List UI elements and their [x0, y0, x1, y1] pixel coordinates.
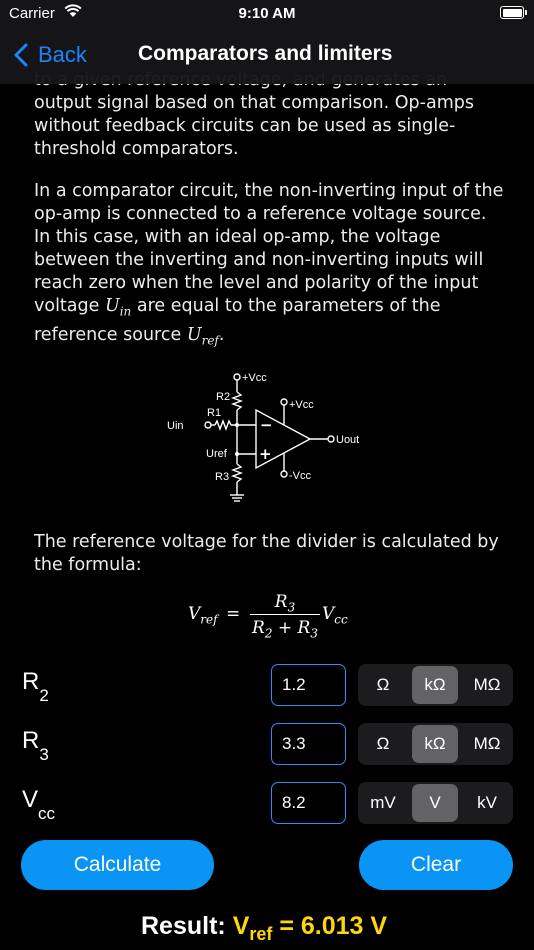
formula-numerator: R3 [274, 592, 296, 615]
input-label-vcc: Vcc [22, 786, 56, 823]
label-uref: Uref [206, 448, 228, 460]
vcc-value-field[interactable]: 8.2 [271, 782, 346, 824]
formula-equals: = [226, 604, 241, 624]
navigation-bar: Carrier 9:10 AM Back Comparators and lim… [0, 0, 534, 84]
label-r1: R1 [207, 407, 221, 419]
opamp-minus: − [260, 416, 273, 434]
back-button[interactable]: Back [14, 40, 87, 70]
r2-unit-mohm[interactable]: MΩ [464, 666, 510, 704]
back-label: Back [38, 42, 87, 67]
status-bar: Carrier 9:10 AM [0, 0, 534, 28]
input-row-r2: R2 1.2 Ω kΩ MΩ [0, 664, 534, 708]
formula-denominator: R2 + R3 [252, 618, 318, 641]
paragraph-comparator-circuit: In a comparator circuit, the non-inverti… [34, 181, 504, 348]
label-uin: Uin [167, 420, 184, 432]
r3-unit-mohm[interactable]: MΩ [464, 725, 510, 763]
label-vcc-amp: +Vcc [289, 399, 314, 411]
scroll-content[interactable]: to a given reference voltage, and genera… [0, 0, 534, 950]
battery-icon [500, 6, 527, 19]
input-label-r2: R2 [22, 668, 49, 705]
vcc-unit-selector: mV V kV [358, 782, 513, 824]
input-label-r3: R3 [22, 727, 49, 764]
result-label: Result: [141, 912, 226, 940]
r2-unit-selector: Ω kΩ MΩ [358, 664, 513, 706]
chevron-left-icon [14, 43, 28, 67]
r2-unit-kohm[interactable]: kΩ [412, 666, 458, 704]
math-uin: Uin [104, 296, 132, 319]
r3-unit-kohm[interactable]: kΩ [412, 725, 458, 763]
r3-unit-selector: Ω kΩ MΩ [358, 723, 513, 765]
formula-fraction: R3 R2 + R3 [248, 590, 322, 641]
formula-rhs: Vcc [322, 604, 348, 627]
clear-button[interactable]: Clear [359, 840, 513, 890]
opamp-plus: + [259, 445, 272, 463]
r3-unit-ohm[interactable]: Ω [360, 725, 406, 763]
r2-value-field[interactable]: 1.2 [271, 664, 346, 706]
paragraph-text: output signal based on that comparison. … [34, 93, 474, 159]
input-row-r3: R3 3.3 Ω kΩ MΩ [0, 723, 534, 767]
label-vcc-top: +Vcc [242, 372, 267, 384]
formula-lhs: Vref [188, 604, 218, 627]
r2-unit-ohm[interactable]: Ω [360, 666, 406, 704]
vcc-unit-mv[interactable]: mV [360, 784, 406, 822]
label-uout: Uout [336, 434, 359, 446]
label-vcc-neg: -Vcc [289, 470, 312, 482]
label-r2: R2 [216, 391, 230, 403]
result-display: Result: Vref = 6.013 V [141, 912, 387, 945]
status-time: 9:10 AM [238, 5, 296, 22]
paragraph-formula-intro: The reference voltage for the divider is… [34, 532, 499, 575]
vcc-unit-v[interactable]: V [412, 784, 458, 822]
input-row-vcc: Vcc 8.2 mV V kV [0, 782, 534, 826]
vcc-unit-kv[interactable]: kV [464, 784, 510, 822]
calculate-button[interactable]: Calculate [21, 840, 214, 890]
math-uref: Uref [186, 324, 219, 348]
r3-value-field[interactable]: 3.3 [271, 723, 346, 765]
label-r3: R3 [215, 471, 229, 483]
page-title: Comparators and limiters [138, 42, 393, 65]
comparator-circuit-diagram: +Vcc R2 R1 Uin +Vcc Uout Uref R3 -Vcc − … [167, 372, 359, 502]
result-value: Vref = 6.013 V [232, 912, 388, 944]
